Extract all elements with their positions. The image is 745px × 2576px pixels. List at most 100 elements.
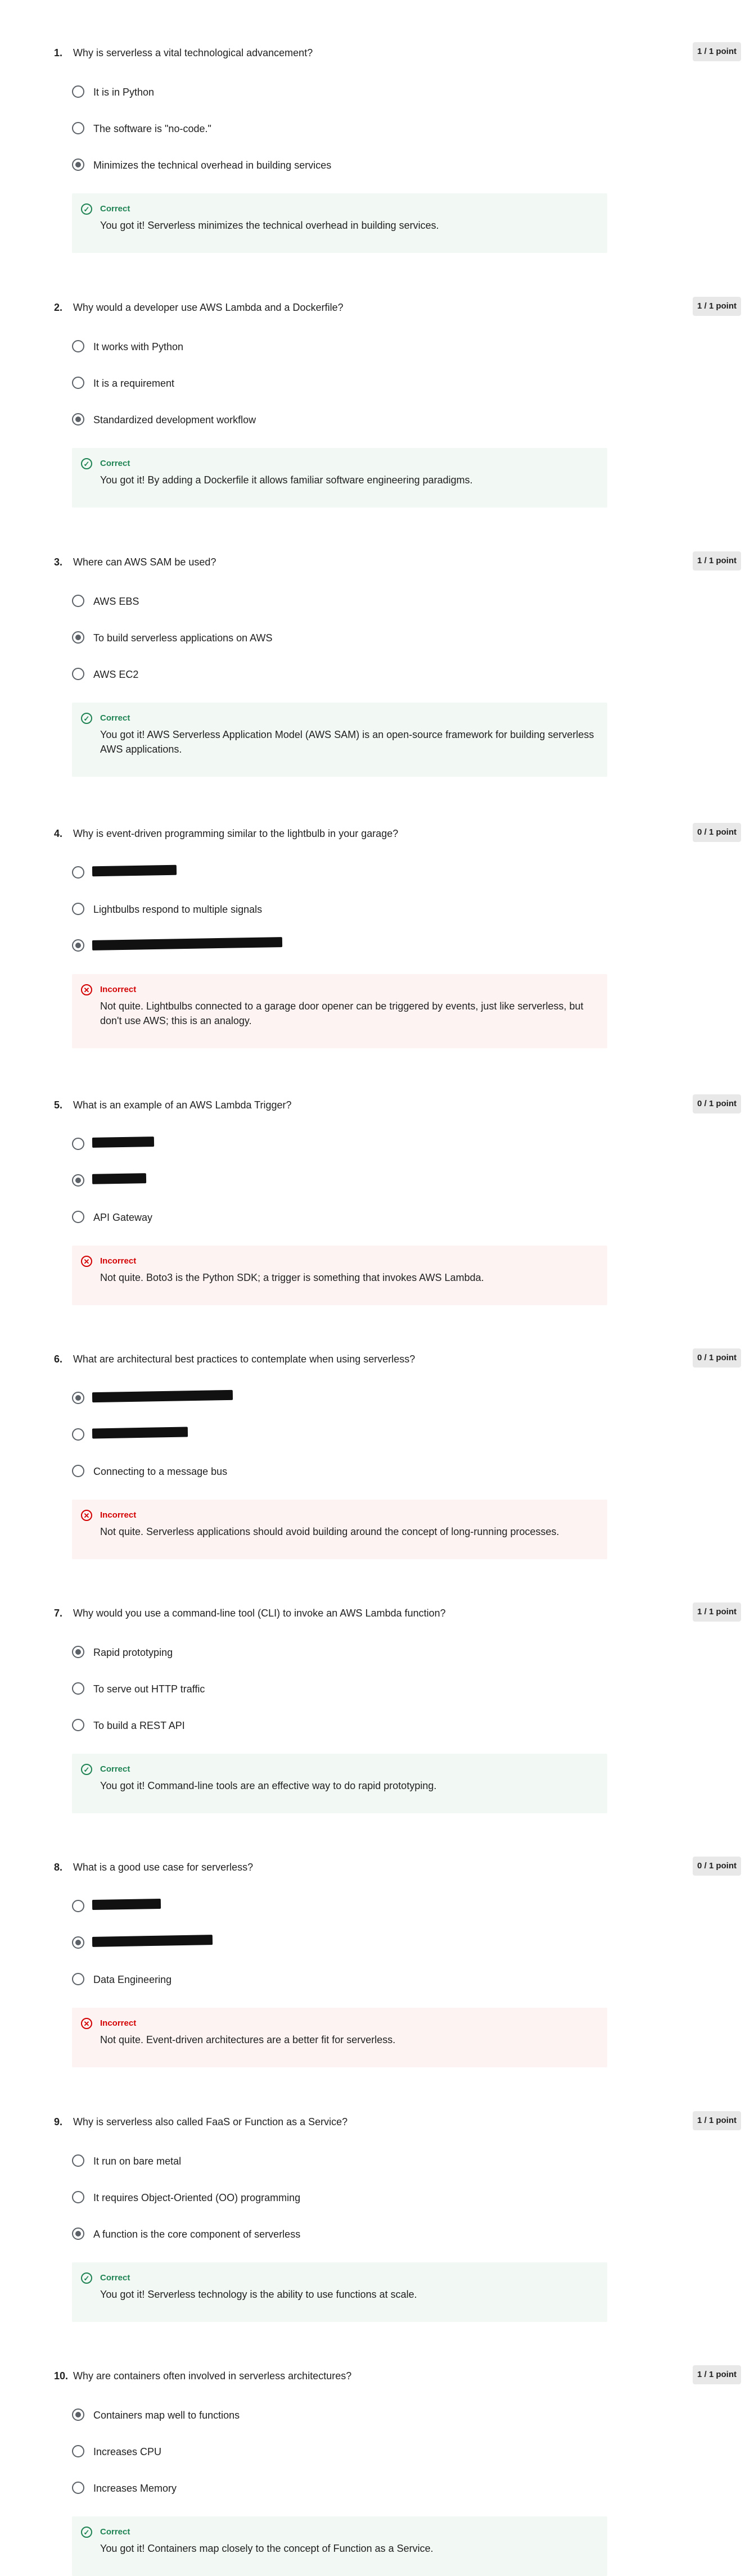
check-circle-icon: ✓ (81, 2272, 92, 2284)
radio-button[interactable] (72, 1211, 84, 1223)
radio-button[interactable] (72, 340, 84, 352)
redacted-answer (92, 1427, 188, 1439)
feedback-title: Correct (100, 204, 130, 214)
radio-button[interactable] (72, 1682, 84, 1695)
answer-option[interactable]: AWS EC2 (72, 668, 578, 683)
radio-button[interactable] (72, 1973, 84, 1985)
radio-selected[interactable] (72, 1646, 84, 1658)
radio-button[interactable] (72, 377, 84, 389)
answer-option[interactable]: To build a REST API (72, 1719, 578, 1735)
feedback-box: ✓ Correct You got it! Serverless technolog… (72, 2262, 607, 2322)
answer-option[interactable]: To build serverless applications on AWS (72, 631, 578, 647)
points-badge: 0 / 1 point (693, 1094, 741, 1113)
radio-button[interactable] (72, 2482, 84, 2494)
answer-option[interactable] (72, 1898, 578, 1916)
answer-option[interactable]: Standardized development workflow (72, 413, 578, 429)
redacted-answer (92, 1137, 155, 1148)
check-circle-icon: ✓ (81, 2527, 92, 2538)
answer-option[interactable]: It is a requirement (72, 377, 578, 392)
answer-label: It is in Python (93, 87, 155, 98)
feedback-text: Not quite. Lightbulbs connected to a gar… (100, 1000, 584, 1026)
answer-option[interactable] (72, 864, 578, 882)
radio-button[interactable] (72, 595, 84, 607)
answer-option[interactable]: The software is "no-code." (72, 122, 578, 138)
check-circle-icon: ✓ (81, 1764, 92, 1775)
redacted-answer (92, 937, 283, 950)
radio-button[interactable] (72, 866, 84, 879)
x-circle-icon: ✕ (81, 1256, 92, 1267)
answer-option[interactable]: It works with Python (72, 340, 578, 356)
radio-button[interactable] (72, 2191, 84, 2203)
feedback-title: Correct (100, 2273, 130, 2283)
answer-option[interactable]: It is in Python (72, 85, 578, 101)
answer-option[interactable]: Lightbulbs respond to multiple signals (72, 903, 578, 918)
feedback-box: ✓ Correct You got it! Command-line tools a… (72, 1754, 607, 1813)
radio-selected[interactable] (72, 1174, 84, 1187)
answer-option[interactable] (72, 1389, 578, 1407)
x-circle-icon: ✕ (81, 984, 92, 995)
feedback-text: You got it! By adding a Dockerfile it al… (100, 474, 473, 486)
answer-option[interactable]: Increases Memory (72, 2482, 578, 2497)
answer-option[interactable]: Data Engineering (72, 1973, 578, 1989)
radio-selected[interactable] (72, 2228, 84, 2240)
answer-option[interactable]: Containers map well to functions (72, 2409, 578, 2424)
radio-button[interactable] (72, 668, 84, 680)
question-text: Why would a developer use AWS Lambda and… (73, 302, 344, 313)
radio-button[interactable] (72, 903, 84, 915)
answer-option[interactable] (72, 1427, 578, 1444)
feedback-box: ✕ Incorrect Not quite. Lightbulbs connecte… (72, 974, 607, 1048)
answer-option[interactable] (72, 1173, 578, 1190)
feedback-box: ✕ Incorrect Not quite. Boto3 is the Python… (72, 1246, 607, 1305)
answer-label: A function is the core component of serv… (93, 2229, 301, 2240)
question-text: What are architectural best practices to… (73, 1353, 416, 1365)
question-number: 5. (54, 1099, 63, 1111)
answer-label: API Gateway (93, 1212, 153, 1223)
feedback-text: You got it! AWS Serverless Application M… (100, 729, 594, 755)
radio-button[interactable] (72, 2445, 84, 2457)
answer-option[interactable]: It run on bare metal (72, 2154, 578, 2170)
radio-button[interactable] (72, 85, 84, 98)
radio-button[interactable] (72, 1719, 84, 1731)
question-number: 3. (54, 556, 63, 568)
answer-option[interactable]: Minimizes the technical overhead in buil… (72, 159, 578, 174)
radio-button[interactable] (72, 1428, 84, 1441)
answer-label: AWS EBS (93, 596, 139, 607)
answer-label: AWS EC2 (93, 669, 139, 680)
answer-option[interactable]: Connecting to a message bus (72, 1465, 578, 1481)
answer-option[interactable] (72, 937, 578, 955)
radio-button[interactable] (72, 122, 84, 134)
answer-option[interactable] (72, 1137, 578, 1153)
radio-selected[interactable] (72, 939, 84, 952)
radio-button[interactable] (72, 2154, 84, 2167)
radio-selected[interactable] (72, 2409, 84, 2421)
answer-option[interactable]: API Gateway (72, 1211, 578, 1226)
radio-selected[interactable] (72, 1392, 84, 1404)
answer-option[interactable]: It requires Object-Oriented (OO) program… (72, 2191, 578, 2207)
redacted-answer (92, 1935, 213, 1947)
radio-selected[interactable] (72, 631, 84, 644)
answer-option[interactable]: A function is the core component of serv… (72, 2228, 578, 2243)
answer-label: Containers map well to functions (93, 2410, 240, 2421)
points-badge: 0 / 1 point (693, 1857, 741, 1876)
answer-option[interactable] (72, 1935, 578, 1952)
answer-option[interactable]: To serve out HTTP traffic (72, 1682, 578, 1698)
radio-selected[interactable] (72, 1936, 84, 1949)
answer-option[interactable]: AWS EBS (72, 595, 578, 610)
answer-option[interactable]: Increases CPU (72, 2445, 578, 2461)
question-number: 9. (54, 2116, 63, 2127)
check-circle-icon: ✓ (81, 203, 92, 215)
points-badge: 1 / 1 point (693, 2111, 741, 2130)
radio-selected[interactable] (72, 159, 84, 171)
radio-button[interactable] (72, 1900, 84, 1912)
answer-label: To build a REST API (93, 1720, 185, 1731)
feedback-title: Incorrect (100, 985, 137, 994)
radio-button[interactable] (72, 1138, 84, 1150)
feedback-box: ✕ Incorrect Not quite. Event-driven archit… (72, 2008, 607, 2067)
question-text: What is an example of an AWS Lambda Trig… (73, 1099, 292, 1111)
radio-selected[interactable] (72, 413, 84, 425)
question-text: Where can AWS SAM be used? (73, 556, 216, 568)
feedback-text: Not quite. Event-driven architectures ar… (100, 2034, 396, 2045)
answer-label: It requires Object-Oriented (OO) program… (93, 2192, 301, 2203)
radio-button[interactable] (72, 1465, 84, 1477)
answer-option[interactable]: Rapid prototyping (72, 1646, 578, 1662)
